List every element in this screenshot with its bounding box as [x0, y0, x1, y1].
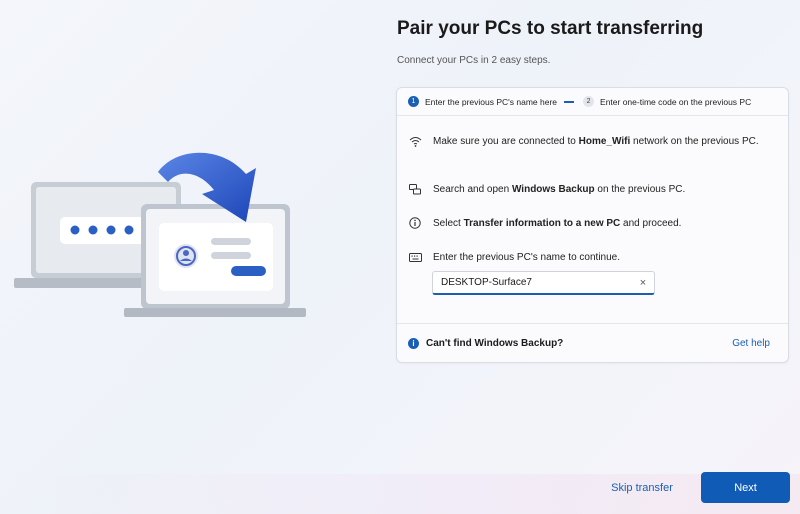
- wifi-network-name: Home_Wifi: [578, 136, 631, 147]
- steps-progress: 1 Enter the previous PC's name here 2 En…: [397, 88, 788, 116]
- info-icon: i: [408, 337, 419, 349]
- step-connector: [564, 100, 575, 103]
- windows-backup-icon: [408, 182, 422, 196]
- pc-name-value[interactable]: DESKTOP-Surface7: [441, 277, 632, 288]
- page-title: Pair your PCs to start transferring: [397, 18, 704, 39]
- instruction-pc-name: Enter the previous PC's name to continue…: [408, 250, 774, 265]
- new-laptop-illustration: [124, 204, 306, 317]
- help-question: Can't find Windows Backup?: [426, 337, 564, 349]
- pc-transfer-illustration: [14, 152, 306, 317]
- info-circle-icon: [408, 216, 422, 230]
- clear-icon[interactable]: ×: [632, 277, 654, 289]
- windows-backup-app-name: Windows Backup: [511, 184, 595, 195]
- pairing-card: 1 Enter the previous PC's name here 2 En…: [396, 87, 789, 363]
- instruction-wifi: Make sure you are connected to Home_Wifi…: [408, 134, 774, 149]
- page-subtitle: Connect your PCs in 2 easy steps.: [397, 55, 551, 66]
- help-section: i Can't find Windows Backup? Get help: [397, 323, 788, 362]
- get-help-link[interactable]: Get help: [732, 338, 770, 349]
- step-1-label: Enter the previous PC's name here: [425, 96, 558, 107]
- pc-name-input[interactable]: DESKTOP-Surface7 ×: [432, 271, 655, 295]
- instruction-backup: Search and open Windows Backup on the pr…: [408, 182, 774, 197]
- transfer-option-name: Transfer information to a new PC: [463, 218, 621, 229]
- instruction-transfer: Select Transfer information to a new PC …: [408, 216, 774, 231]
- wifi-icon: [408, 134, 422, 148]
- keyboard-icon: [408, 250, 422, 264]
- next-button[interactable]: Next: [701, 472, 790, 503]
- step-2-label: Enter one-time code on the previous PC: [600, 96, 752, 107]
- step-1-badge: 1: [408, 96, 419, 107]
- skip-transfer-button[interactable]: Skip transfer: [597, 474, 687, 502]
- step-2-badge: 2: [583, 96, 595, 107]
